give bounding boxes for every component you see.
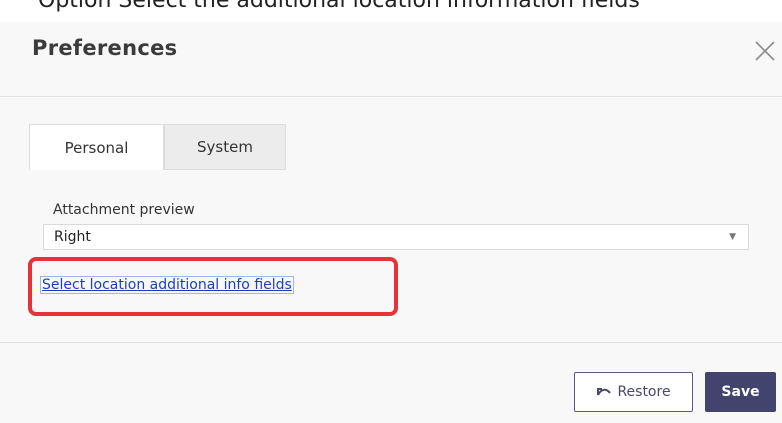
attachment-preview-value: Right <box>54 229 91 245</box>
preferences-dialog: Preferences Personal System Attachment p… <box>0 22 782 423</box>
undo-icon <box>597 388 612 396</box>
tab-system-label: System <box>197 138 253 156</box>
restore-label: Restore <box>617 384 671 400</box>
page: Option Select the additional location in… <box>0 0 782 423</box>
save-button[interactable]: Save <box>705 372 776 412</box>
dialog-title: Preferences <box>32 36 178 60</box>
restore-button[interactable]: Restore <box>574 372 693 412</box>
tab-personal-label: Personal <box>64 138 129 157</box>
save-label: Save <box>721 384 760 400</box>
tab-personal[interactable]: Personal <box>29 124 164 170</box>
close-icon <box>755 41 775 61</box>
close-button[interactable] <box>752 38 778 64</box>
attachment-preview-select[interactable]: Right ▼ <box>43 224 749 250</box>
select-location-info-link[interactable]: Select location additional info fields <box>40 276 294 294</box>
footer-divider <box>0 342 782 343</box>
attachment-preview-label: Attachment preview <box>53 202 195 218</box>
caret-down-icon: ▼ <box>729 232 736 242</box>
caption-text: Option Select the additional location in… <box>38 0 640 13</box>
dialog-header: Preferences <box>0 22 782 97</box>
tab-system[interactable]: System <box>164 124 286 170</box>
